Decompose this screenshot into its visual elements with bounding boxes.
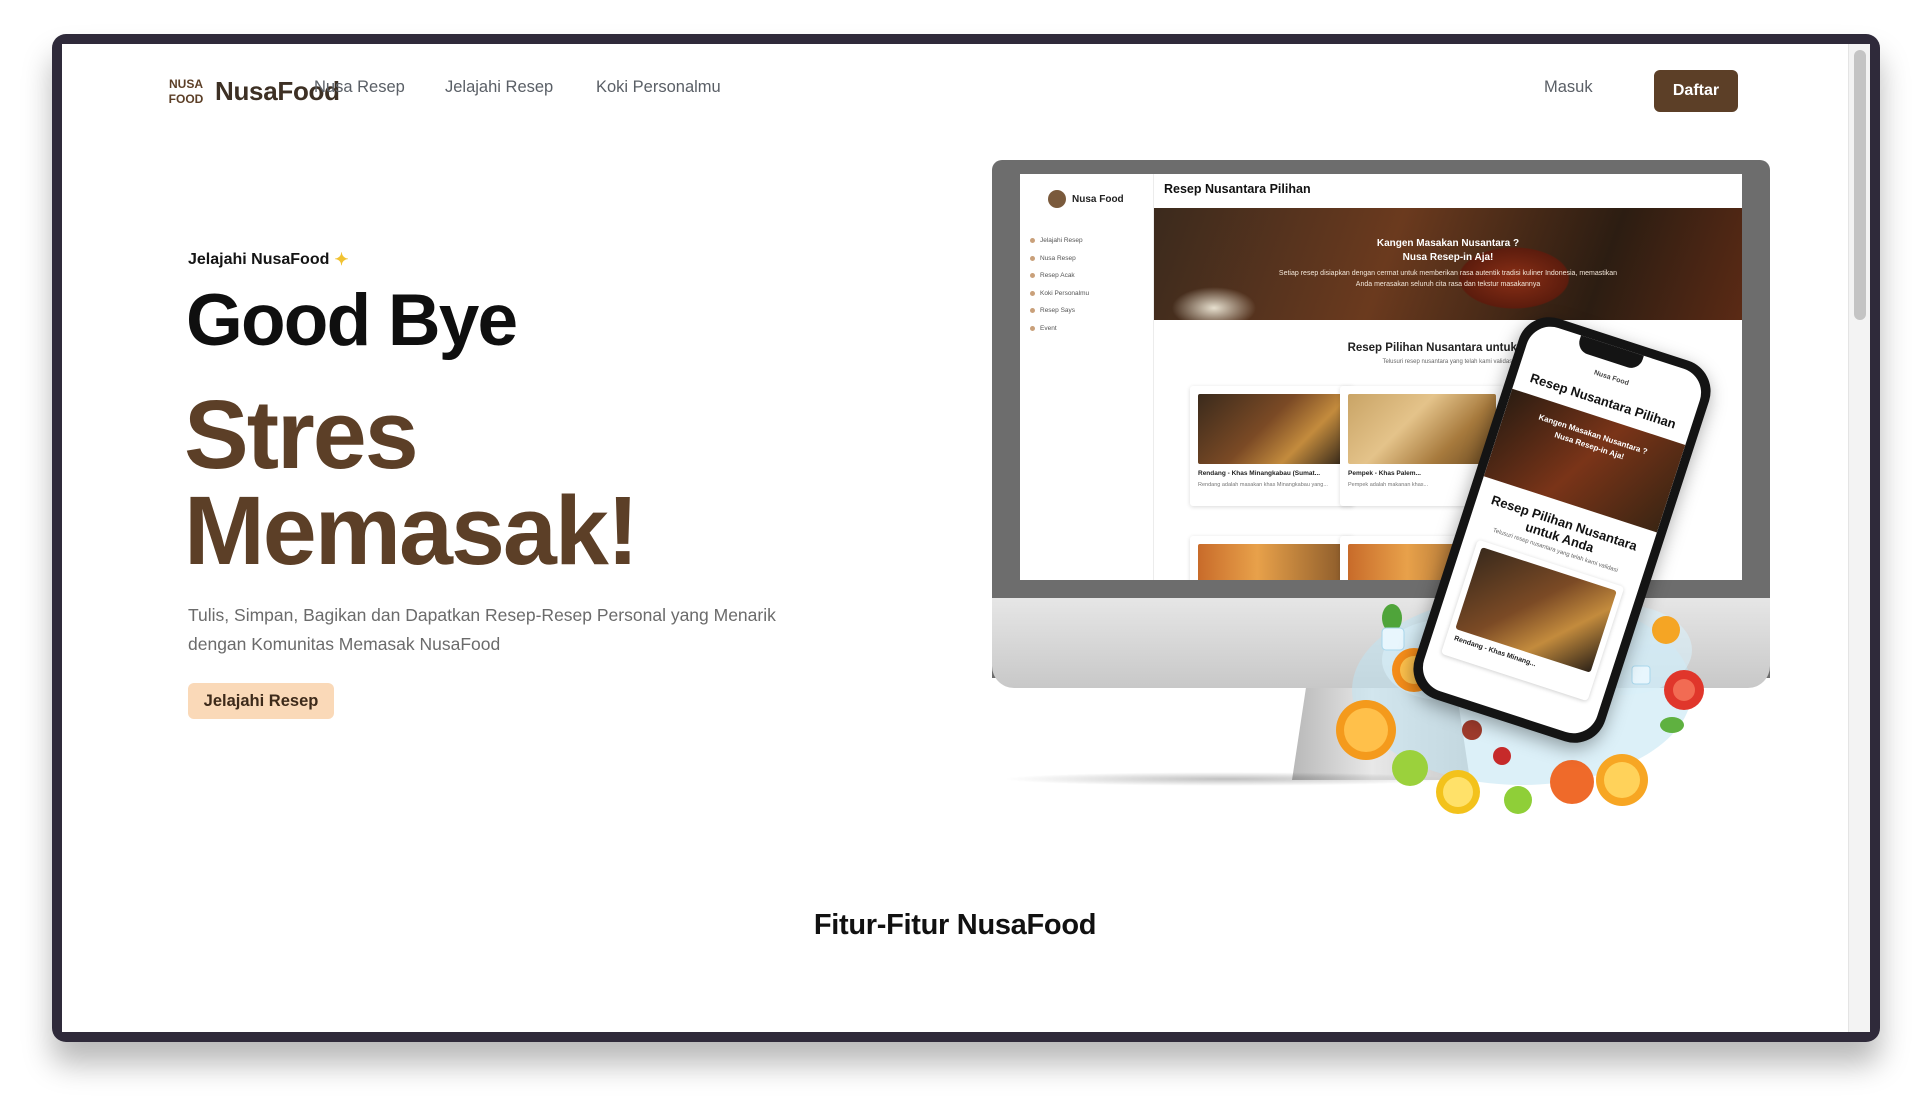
browser-viewport: NUSA FOOD NusaFood Nusa Resep Jelajahi R… [62,44,1870,1032]
hero-eyebrow-text: Jelajahi NusaFood [188,251,330,268]
screenshot-frame: NUSA FOOD NusaFood Nusa Resep Jelajahi R… [52,34,1880,1042]
recipe-title: Rendang - Khas Minangkabau (Sumat... [1198,470,1321,477]
mock-menu-item: Resep Acak [1030,267,1089,285]
features-title: Fitur-Fitur NusaFood [813,909,1097,941]
mock-banner-title2: Nusa Resep-in Aja! [1402,252,1494,263]
device-mockup-image: Nusa Food Jelajahi Resep Nusa Resep Rese… [992,160,1792,820]
mock-menu-item: Jelajahi Resep [1030,232,1089,250]
mock-banner-title1: Kangen Masakan Nusantara ? [1376,238,1520,249]
mock-menu-item: Resep Says [1030,302,1089,320]
imac-stand-shadow [1002,772,1452,786]
scrollbar-thumb[interactable] [1854,50,1866,320]
hero-headline: Good Bye [186,280,518,361]
svg-text:FOOD: FOOD [169,92,204,106]
mock-page-title: Resep Nusantara Pilihan [1164,182,1311,196]
recipe-photo [1198,544,1346,580]
mock-recipe-card: Rendang - Khas Minangkabau (Sumat... Ren… [1190,386,1354,506]
mock-banner-text: Setiap resep disiapkan dengan cermat unt… [1278,270,1618,288]
mock-sidebar: Nusa Food Jelajahi Resep Nusa Resep Rese… [1020,174,1154,580]
imac-chin [992,598,1770,688]
mock-logo-icon [1048,190,1066,208]
mock-menu-item: Nusa Resep [1030,250,1089,268]
recipe-photo [1348,394,1496,464]
mock-banner: Kangen Masakan Nusantara ? Nusa Resep-in… [1154,208,1742,320]
explore-recipes-button[interactable]: Jelajahi Resep [188,683,334,719]
mock-brand: Nusa Food [1048,190,1124,208]
hero-accent-line1: Stres [184,380,419,489]
hero-accent-line2: Memasak! [184,476,639,585]
recipe-photo [1198,394,1346,464]
nav-link-jelajahi-resep[interactable]: Jelajahi Resep [445,78,553,97]
nav-link-koki-personalmu[interactable]: Koki Personalmu [596,78,721,97]
recipe-title: Pempek - Khas Palem... [1348,470,1421,477]
nusafood-logo-icon: NUSA FOOD [165,70,207,112]
navbar: NUSA FOOD NusaFood Nusa Resep Jelajahi R… [62,44,1848,136]
mock-menu-item: Event [1030,320,1089,338]
svg-text:NUSA: NUSA [169,77,203,91]
recipe-desc: Rendang adalah masakan khas Minangkabau … [1198,482,1328,488]
scrollbar[interactable] [1848,44,1870,1032]
recipe-desc: Pempek adalah makanan khas... [1348,482,1429,488]
login-link[interactable]: Masuk [1544,78,1593,97]
mock-recipe-card [1190,536,1354,580]
hero-eyebrow: Jelajahi NusaFood ✦ [188,250,349,270]
sparkle-icon: ✦ [334,250,349,269]
register-button[interactable]: Daftar [1654,70,1738,112]
hero-subtitle: Tulis, Simpan, Bagikan dan Dapatkan Rese… [188,605,776,654]
mock-menu: Jelajahi Resep Nusa Resep Resep Acak Kok… [1030,232,1089,337]
nav-link-nusa-resep[interactable]: Nusa Resep [314,78,405,97]
mock-brand-name: Nusa Food [1072,193,1124,205]
mock-menu-item: Koki Personalmu [1030,285,1089,303]
